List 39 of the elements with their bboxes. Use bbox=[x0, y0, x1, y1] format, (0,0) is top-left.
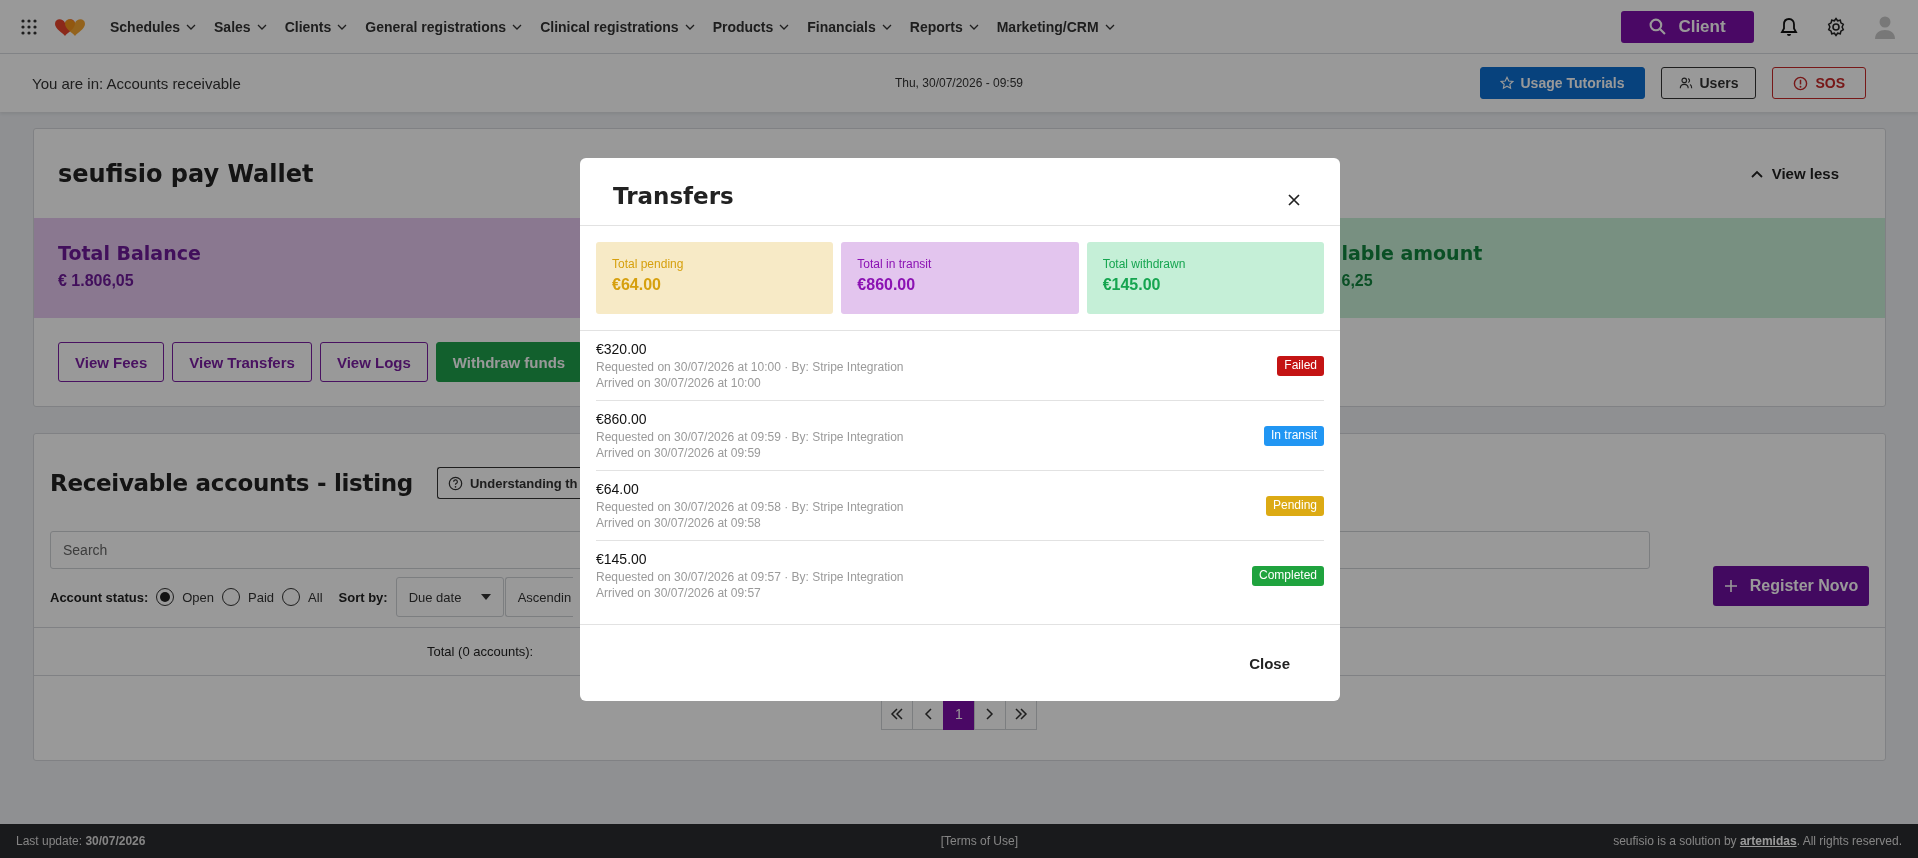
last-update: Last update: 30/07/2026 bbox=[16, 834, 146, 848]
transfer-requested: Requested on 30/07/2026 at 09:57 · By: Stripe Integration bbox=[596, 569, 904, 585]
summary-label: Total in transit bbox=[857, 257, 933, 271]
transfer-requested: Requested on 30/07/2026 at 09:58 · By: Stripe Integration bbox=[596, 499, 904, 515]
date-time: Thu, 30/07/2026 - 09:59 bbox=[894, 76, 1024, 90]
transfer-amount: €860.00 bbox=[596, 411, 648, 427]
status-badge: Completed bbox=[1251, 566, 1324, 586]
transfer-amount: €145.00 bbox=[596, 551, 648, 567]
transfer-arrived: Arrived on 30/07/2026 at 10:00 bbox=[596, 375, 762, 391]
breadcrumb: You are in: Accounts receivable bbox=[32, 74, 241, 92]
status-badge: Pending bbox=[1265, 496, 1324, 516]
summary-value: €860.00 bbox=[857, 276, 917, 294]
transfer-arrived: Arrived on 30/07/2026 at 09:58 bbox=[596, 515, 762, 531]
dialog-title: Transfers bbox=[613, 182, 735, 209]
transfer-requested: Requested on 30/07/2026 at 10:00 · By: Stripe Integration bbox=[596, 359, 904, 375]
transfer-amount: €320.00 bbox=[596, 341, 648, 357]
summary-label: Total pending bbox=[612, 257, 685, 271]
balance-label: lable amount bbox=[1341, 242, 1483, 264]
filter-label: Account status: bbox=[50, 589, 149, 605]
transfer-requested: Requested on 30/07/2026 at 09:59 · By: Stripe Integration bbox=[596, 429, 904, 445]
wallet-title: seufisio pay Wallet bbox=[58, 159, 315, 188]
balance-value: 6,25 bbox=[1341, 272, 1373, 290]
status-badge: In transit bbox=[1263, 426, 1324, 446]
filter-label: Sort by: bbox=[338, 589, 388, 605]
summary-value: €145.00 bbox=[1102, 276, 1162, 294]
listing-title: Receivable accounts - listing bbox=[50, 470, 413, 496]
status-badge: Failed bbox=[1277, 356, 1324, 376]
balance-value: € 1.806,05 bbox=[58, 272, 134, 290]
transfer-arrived: Arrived on 30/07/2026 at 09:59 bbox=[596, 445, 762, 461]
summary-label: Total withdrawn bbox=[1102, 257, 1187, 271]
summary-value: €64.00 bbox=[612, 276, 662, 294]
radio-label: Paid bbox=[248, 589, 275, 605]
transfer-arrived: Arrived on 30/07/2026 at 09:57 bbox=[596, 585, 762, 601]
transfer-amount: €64.00 bbox=[596, 481, 640, 497]
radio-label: Open bbox=[182, 589, 215, 605]
balance-label: Total Balance bbox=[58, 242, 201, 264]
credit-text: seufisio is a solution by artemidas. All rights reserved. bbox=[1613, 834, 1902, 848]
radio-label: All bbox=[308, 589, 323, 605]
total-label: Total (0 accounts): bbox=[427, 644, 534, 659]
